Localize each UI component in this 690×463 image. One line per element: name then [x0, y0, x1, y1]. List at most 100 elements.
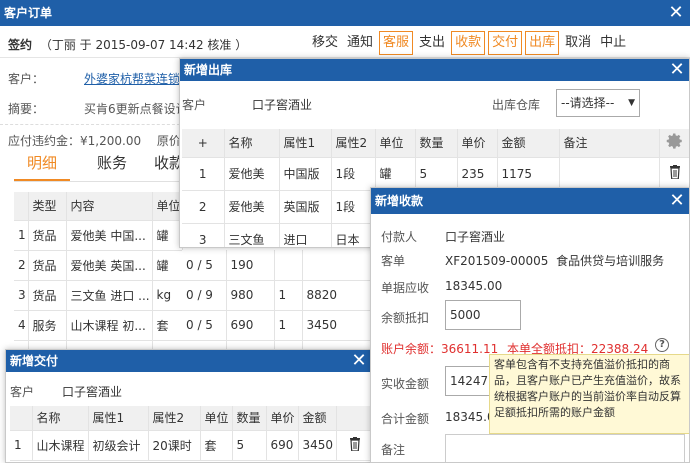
payer-value: 口子窖酒业: [445, 230, 506, 244]
note-textarea[interactable]: [445, 434, 685, 462]
delivery-header-cell: 金额: [298, 406, 337, 431]
table-cell: [274, 250, 303, 281]
actual-label: 实收金额: [381, 377, 430, 391]
delivery-items-table: 名称 属性1 属性2 单位 数量 单价 金额 1 山木课程 初级会计 20课时套 5 690 3450: [10, 406, 371, 461]
payment-title-bar: 新增收款 ✕: [371, 188, 689, 214]
tab-detail[interactable]: 明细: [14, 150, 70, 182]
table-cell: 2: [182, 190, 225, 224]
table-cell: 5: [232, 430, 267, 461]
table-cell: 0 / 5: [182, 310, 227, 341]
table-row[interactable]: 4 服务 山木课程 初... 套: [14, 310, 183, 341]
table-row[interactable]: 1 山木课程 初级会计 20课时套 5 690 3450: [10, 430, 371, 461]
main-close-icon[interactable]: ✕: [666, 0, 686, 26]
table-cell: 爱他美: [224, 157, 280, 191]
table-row[interactable]: 1 爱他美 中国版 1段罐 5 235 1175: [182, 157, 689, 191]
table-row[interactable]: 2 货品 爱他美 英国... 罐: [14, 250, 183, 281]
table-row[interactable]: 1 货品 爱他美 中国... 罐: [14, 220, 183, 251]
toolbar-button-4[interactable]: 收款: [451, 31, 486, 55]
toolbar-button-0[interactable]: 移交: [309, 32, 341, 56]
table-cell: 套: [152, 310, 183, 341]
outbound-header-cell: 数量: [415, 129, 458, 158]
toolbar-button-1[interactable]: 通知: [344, 32, 376, 56]
sign-label: 签约: [8, 38, 33, 52]
outbound-customer-label: 客户: [182, 98, 207, 112]
table-cell: 5: [415, 157, 458, 191]
total-label: 合计金额: [381, 412, 430, 426]
receivable-value: 18345.00: [445, 279, 503, 293]
total-value: 18345.0: [445, 410, 495, 424]
sign-info: （丁丽 于 2015-09-07 14:42 核准 ）: [39, 38, 248, 52]
toolbar-button-2[interactable]: 客服: [379, 31, 414, 55]
main-title-bar: 客户订单 ✕: [0, 0, 690, 26]
detail-header-cell: [14, 192, 29, 221]
customer-link[interactable]: 外婆家杭帮菜连锁: [84, 70, 180, 87]
table-cell: 货品: [28, 250, 67, 281]
help-icon[interactable]: ?: [655, 338, 669, 352]
table-cell: 英国版: [279, 190, 332, 224]
table-cell: 1: [14, 220, 29, 251]
outbound-header-cell: 名称: [224, 129, 280, 158]
tab-accounts[interactable]: 账务: [84, 150, 140, 182]
table-cell: 罐: [152, 250, 183, 281]
delivery-title: 新增交付: [10, 354, 59, 368]
table-cell: [559, 157, 660, 191]
actual-input[interactable]: [445, 366, 495, 396]
table-row[interactable]: 3 货品 三文鱼 进口 ... kg: [14, 280, 183, 311]
toolbar-button-6[interactable]: 出库: [525, 31, 560, 55]
table-cell: 1: [182, 157, 225, 191]
table-row[interactable]: 0 / 9 980 1 8820: [182, 280, 373, 311]
delivery-header-cell: [336, 406, 371, 431]
table-cell: 山木课程: [32, 430, 89, 461]
warehouse-select[interactable]: --请选择-- ▼: [556, 89, 640, 117]
table-cell: 初级会计: [88, 430, 149, 461]
table-cell: 1: [274, 310, 303, 341]
payment-close-icon[interactable]: ✕: [667, 188, 687, 214]
orig-label: 原价: [156, 134, 181, 148]
table-row[interactable]: 0 / 5 690 1 3450: [182, 310, 373, 341]
delivery-header-cell: [10, 406, 33, 431]
trash-icon[interactable]: [336, 430, 371, 461]
table-cell: 1175: [497, 157, 560, 191]
table-row[interactable]: 0 / 5 190: [182, 250, 373, 281]
warehouse-label: 出库仓库: [492, 98, 541, 112]
table-cell: 20课时: [148, 430, 201, 461]
add-row-icon[interactable]: +: [182, 129, 225, 158]
table-cell: 日本: [331, 223, 376, 247]
toolbar-button-8[interactable]: 中止: [597, 32, 629, 56]
table-cell: 进口: [279, 223, 332, 247]
outbound-title-bar: 新增出库 ✕: [180, 59, 689, 81]
table-cell: 爱他美 英国...: [66, 250, 153, 281]
table-cell: 1: [274, 280, 303, 311]
toolbar-button-3[interactable]: 支出: [416, 32, 448, 56]
delivery-header-cell: 单位: [200, 406, 233, 431]
table-cell: 服务: [28, 310, 67, 341]
payment-title: 新增收款: [375, 194, 424, 208]
table-cell: 货品: [28, 220, 67, 251]
outbound-close-icon[interactable]: ✕: [667, 59, 687, 81]
gear-icon[interactable]: [659, 129, 689, 158]
table-cell: 三文鱼 进口 ...: [66, 280, 153, 311]
trash-icon[interactable]: [659, 157, 689, 191]
delivery-header-cell: 属性1: [88, 406, 149, 431]
table-cell: 4: [14, 310, 29, 341]
table-cell: 套: [200, 430, 233, 461]
offset-label: 余额抵扣: [381, 311, 430, 325]
account-balance: 账户余额：36611.11: [381, 342, 499, 356]
table-cell: 3: [14, 280, 29, 311]
delivery-header-cell: 属性2: [148, 406, 201, 431]
offset-input[interactable]: [445, 300, 521, 330]
table-cell: 山木课程 初...: [66, 310, 153, 341]
order-value: XF201509-00005 食品供贷与培训服务: [445, 254, 665, 268]
note-label: 备注: [381, 443, 406, 457]
delivery-dialog: 新增交付 ✕ 客户 口子窖酒业 名称 属性1 属性2 单位 数量 单价 金额 1 山木课程 初级…: [5, 349, 372, 463]
table-cell: 980: [226, 280, 275, 311]
toolbar-button-7[interactable]: 取消: [562, 32, 594, 56]
delivery-close-icon[interactable]: ✕: [349, 350, 369, 372]
toolbar-button-5[interactable]: 交付: [488, 31, 523, 55]
table-cell: 690: [266, 430, 299, 461]
sign-status: 签约 （丁丽 于 2015-09-07 14:42 核准 ）: [8, 36, 247, 53]
table-cell: 货品: [28, 280, 67, 311]
summary-label: 摘要：: [8, 102, 45, 116]
outbound-header-cell: 金额: [497, 129, 560, 158]
table-cell: 3450: [302, 310, 373, 341]
